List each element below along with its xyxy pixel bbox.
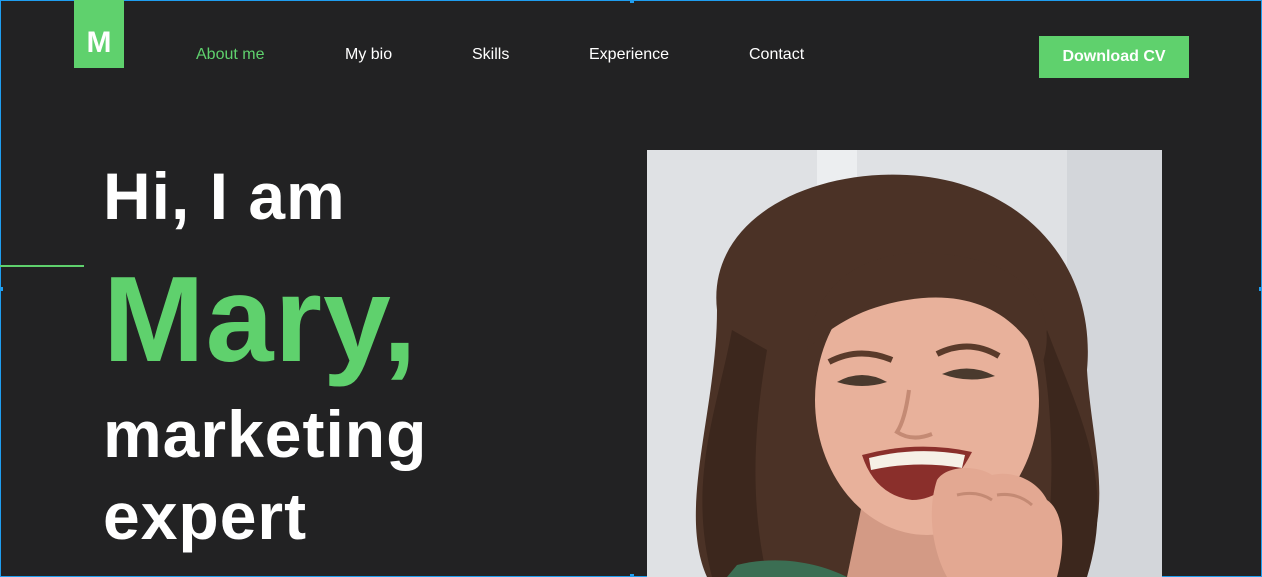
profile-photo bbox=[647, 150, 1162, 577]
brand-logo[interactable]: M bbox=[74, 0, 124, 68]
hero-role-line2: expert bbox=[103, 479, 308, 553]
download-cv-button[interactable]: Download CV bbox=[1039, 36, 1189, 78]
nav-item-my-bio[interactable]: My bio bbox=[345, 46, 392, 64]
nav-item-about-me[interactable]: About me bbox=[196, 46, 264, 64]
portrait-illustration bbox=[647, 150, 1162, 577]
hero-role-line1: marketing bbox=[103, 397, 428, 471]
accent-divider bbox=[0, 265, 84, 267]
logo-letter: M bbox=[86, 26, 112, 59]
hero-name: Mary, bbox=[103, 251, 418, 387]
hero-greeting: Hi, I am bbox=[103, 159, 346, 233]
resize-handle-left[interactable] bbox=[0, 287, 3, 291]
nav-item-skills[interactable]: Skills bbox=[472, 46, 509, 64]
nav-item-contact[interactable]: Contact bbox=[749, 46, 804, 64]
nav-item-experience[interactable]: Experience bbox=[589, 46, 669, 64]
resize-handle-top[interactable] bbox=[630, 0, 634, 3]
